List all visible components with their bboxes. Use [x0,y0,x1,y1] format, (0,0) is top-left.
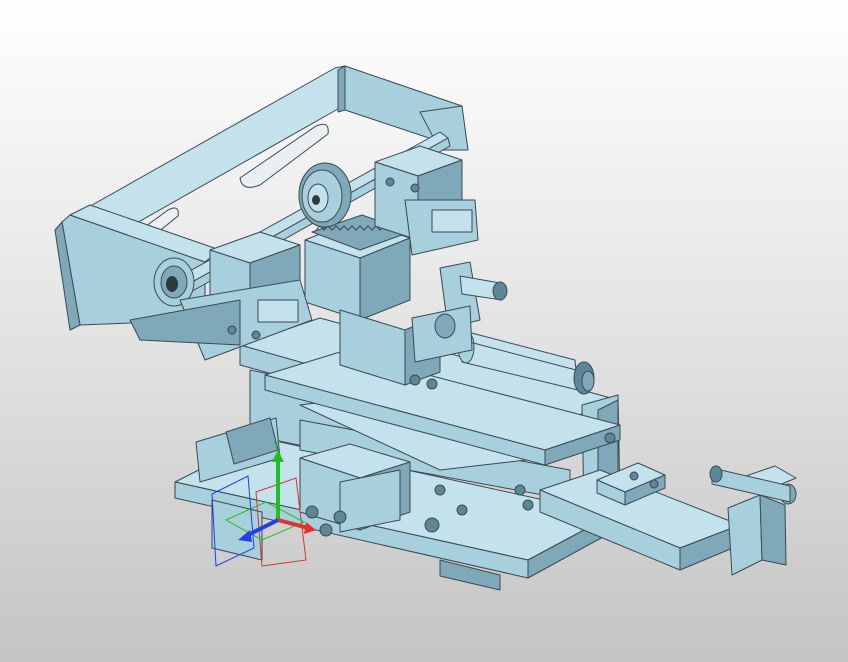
y-axis-label: Y [273,440,280,451]
cad-viewport[interactable]: Y [0,0,848,662]
assembly-model[interactable]: Y [0,0,848,662]
spur-gear[interactable] [298,162,352,228]
